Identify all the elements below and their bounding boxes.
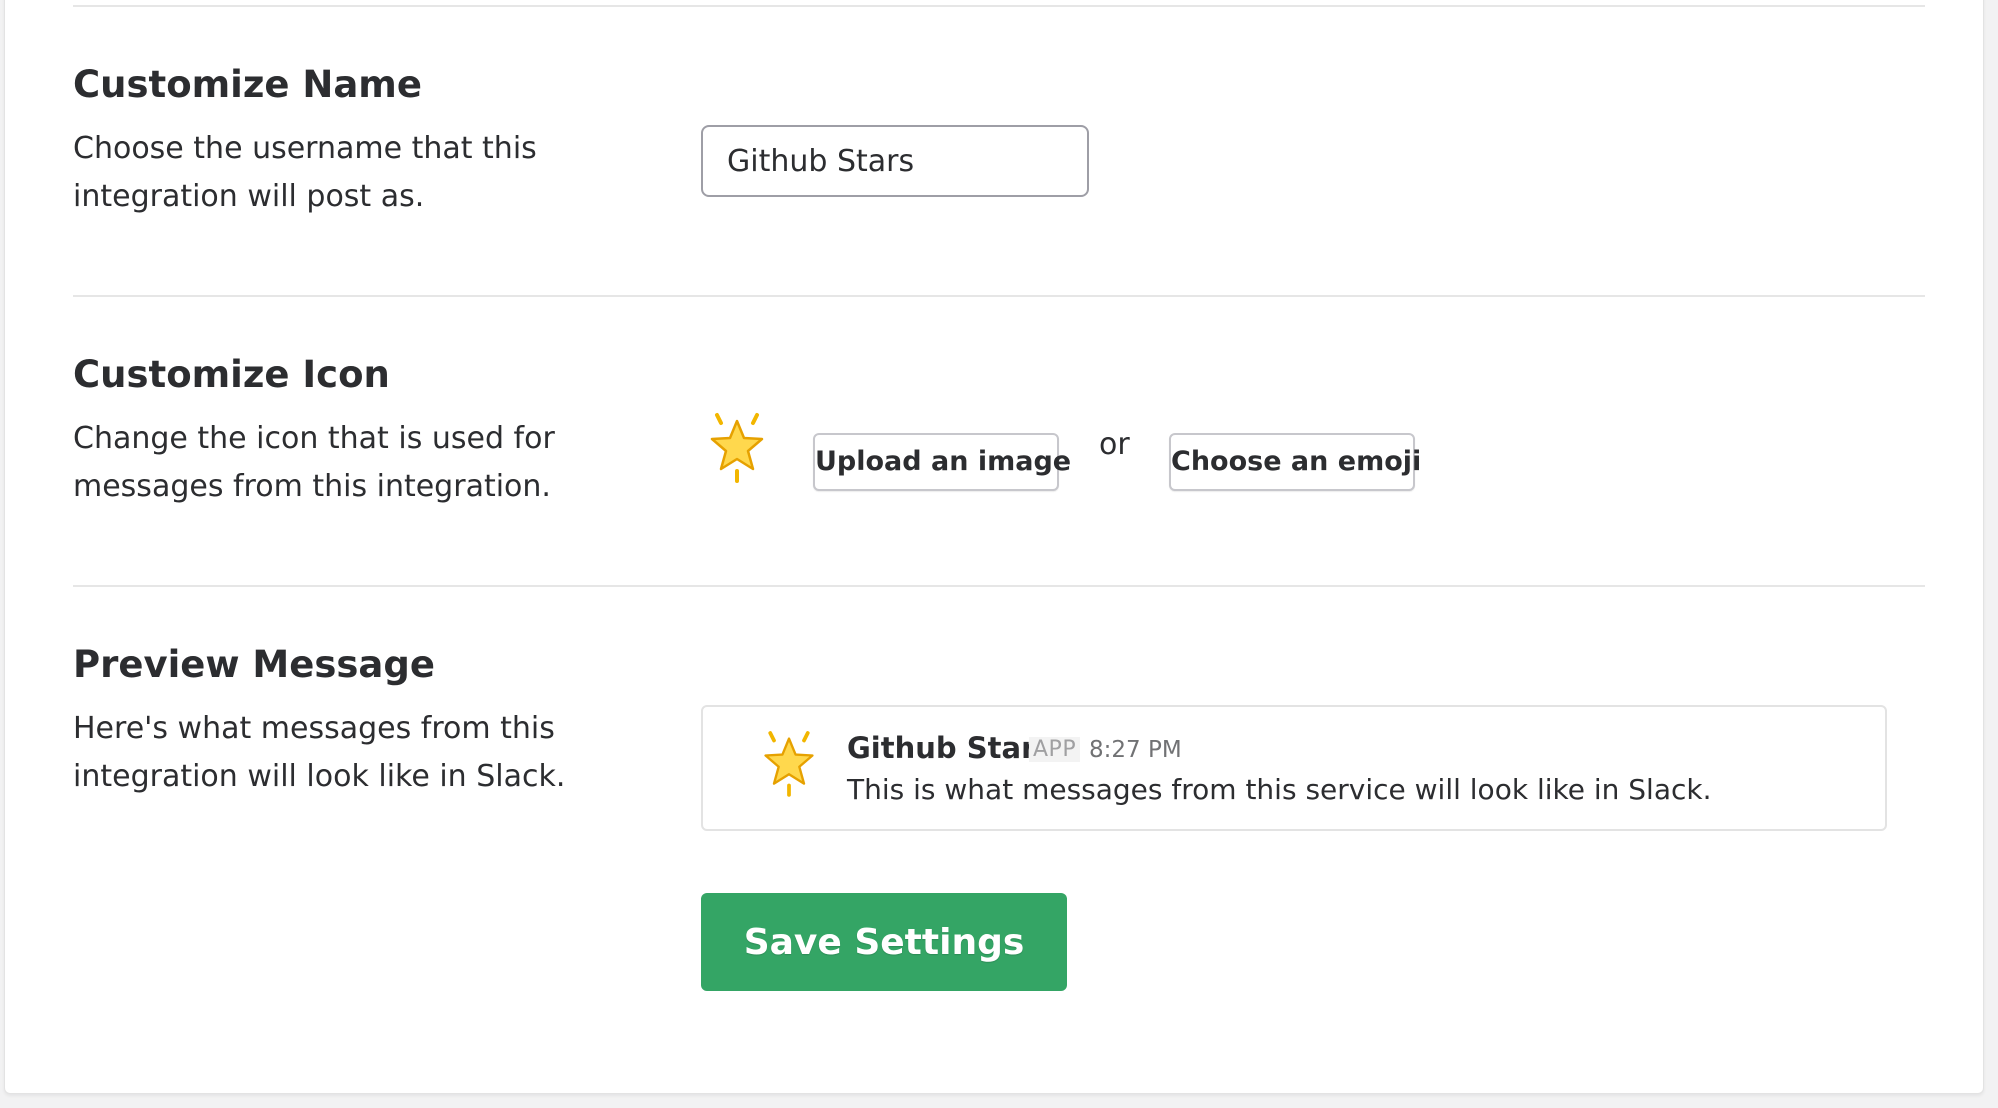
choose-emoji-button[interactable]: Choose an emoji (1169, 433, 1421, 491)
message-preview: Github Stars APP 8:27 PM This is what me… (701, 705, 1887, 831)
preview-message-text: This is what messages from this service … (847, 773, 1712, 806)
username-input[interactable] (701, 125, 1089, 197)
customize-icon-description: Change the icon that is used for message… (73, 421, 555, 504)
preview-message-title: Preview Message (73, 643, 435, 686)
divider-icon-preview (73, 585, 1925, 587)
customize-name-description: Choose the username that this integratio… (73, 131, 537, 214)
divider-top (73, 5, 1925, 7)
divider-name-icon (73, 295, 1925, 297)
save-settings-button[interactable]: Save Settings (701, 893, 1067, 991)
or-separator: or (1099, 427, 1130, 462)
settings-card: Customize Name Choose the username that … (4, 0, 1984, 1094)
preview-sender-name: Github Stars (847, 731, 1053, 765)
preview-avatar-star-icon (764, 731, 814, 797)
customize-icon-title: Customize Icon (73, 353, 390, 396)
preview-message-description: Here's what messages from this integrati… (73, 711, 566, 794)
preview-timestamp: 8:27 PM (1089, 737, 1182, 763)
glowing-star-icon (710, 413, 764, 483)
app-badge: APP (1029, 737, 1081, 762)
upload-image-button[interactable]: Upload an image (813, 433, 1071, 491)
customize-name-title: Customize Name (73, 63, 422, 106)
